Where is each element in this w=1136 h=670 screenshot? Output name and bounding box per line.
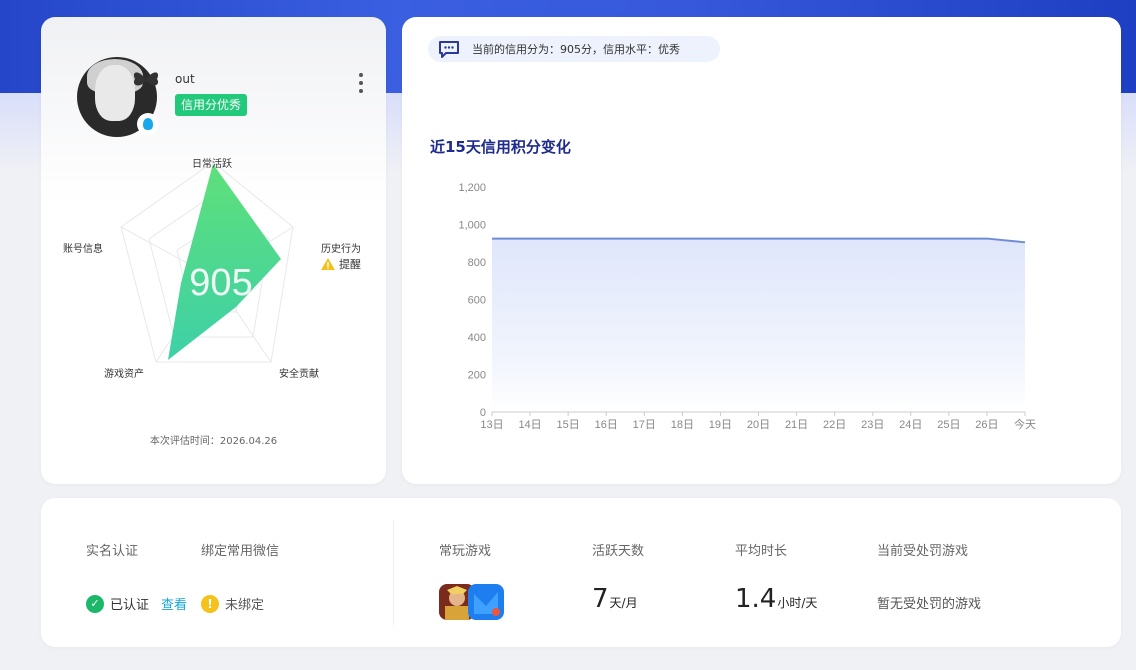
qq-icon — [137, 113, 159, 135]
x-tick-label: 今天 — [1014, 417, 1036, 431]
avg-time-unit: 小时/天 — [777, 596, 818, 610]
active-days-label: 活跃天数 — [592, 544, 645, 559]
stats-card: 实名认证 绑定常用微信 ✓ 已认证 查看 ! 未绑定 常玩游戏 活跃天数 7 天… — [41, 498, 1121, 647]
alert-circle-icon: ! — [201, 594, 219, 613]
game-icon-blue-app[interactable] — [468, 584, 504, 620]
wechat-status[interactable]: ! 未绑定 — [201, 594, 264, 613]
profile-card: out 信用分优秀 905 日常活跃 历史行为 提醒 安全贡献 游戏资产 账号信… — [41, 17, 386, 484]
avg-time-value: 1.4 — [735, 584, 777, 614]
x-tick-label: 16日 — [595, 419, 618, 431]
warning-icon — [321, 258, 335, 270]
credit-line-chart: 0 200 400 600 800 1,000 1,200 13日 14日 15日 16日 17日 18… — [458, 182, 1036, 431]
radar-label-assets: 游戏资产 — [104, 369, 144, 380]
real-name-label: 实名认证 — [86, 544, 139, 559]
x-tick-label: 20日 — [747, 419, 770, 431]
x-tick-label: 22日 — [823, 419, 846, 431]
evaluation-time: 本次评估时间：2026.04.26 — [149, 436, 278, 447]
punish-value: 暂无受处罚的游戏 — [877, 597, 982, 612]
view-link[interactable]: 查看 — [161, 594, 187, 613]
radar-score-text: 905 — [189, 262, 252, 304]
punish-label: 当前受处罚游戏 — [877, 544, 969, 559]
username: out — [175, 72, 195, 86]
active-days: 7 天/月 — [592, 584, 638, 614]
x-tick-label: 17日 — [633, 419, 656, 431]
avg-time-label: 平均时长 — [735, 544, 788, 559]
credit-level-badge: 信用分优秀 — [175, 94, 248, 116]
credit-status-text: 当前的信用分为：905分，信用水平：优秀 — [472, 43, 680, 56]
active-days-value: 7 — [592, 584, 609, 614]
radar-label-security: 安全贡献 — [279, 369, 319, 380]
x-tick-label: 25日 — [937, 419, 960, 431]
y-tick-label: 1,200 — [458, 182, 486, 194]
more-options-icon[interactable] — [357, 73, 365, 93]
y-tick-label: 1,000 — [458, 220, 486, 232]
x-tick-label: 13日 — [480, 419, 503, 431]
x-tick-label: 15日 — [557, 419, 580, 431]
avg-time: 1.4 小时/天 — [735, 584, 817, 614]
real-name-status: ✓ 已认证 查看 — [86, 594, 187, 613]
credit-status-banner: 当前的信用分为：905分，信用水平：优秀 — [428, 36, 720, 62]
x-tick-label: 23日 — [861, 419, 884, 431]
x-tick-label: 26日 — [975, 419, 998, 431]
divider — [393, 520, 394, 625]
message-icon — [439, 41, 459, 58]
wechat-label: 绑定常用微信 — [201, 544, 280, 559]
credit-chart-card: 当前的信用分为：905分，信用水平：优秀 近15天信用积分变化 0 200 400 6… — [402, 17, 1121, 484]
real-name-value: 已认证 — [110, 598, 150, 613]
x-tick-label: 18日 — [671, 419, 694, 431]
x-tick-label: 21日 — [785, 419, 808, 431]
butterfly-icon — [133, 72, 159, 86]
y-tick-label: 800 — [468, 257, 486, 269]
check-circle-icon: ✓ — [86, 594, 104, 613]
chart-title: 近15天信用积分变化 — [430, 138, 571, 156]
x-tick-label: 24日 — [899, 419, 922, 431]
history-warn-text: 提醒 — [339, 258, 361, 271]
y-tick-label: 600 — [468, 295, 486, 307]
history-warning: 提醒 — [321, 256, 361, 272]
series-area — [492, 238, 1025, 412]
radar-label-daily: 日常活跃 — [192, 159, 232, 170]
radar-label-account: 账号信息 — [63, 244, 103, 255]
x-tick-label: 14日 — [518, 419, 541, 431]
x-tick-label: 19日 — [709, 419, 732, 431]
wechat-value: 未绑定 — [225, 598, 265, 613]
y-tick-label: 0 — [480, 407, 486, 419]
radar-label-history: 历史行为 — [321, 244, 361, 255]
active-days-unit: 天/月 — [609, 596, 638, 610]
credit-radar-chart: 905 — [120, 161, 294, 363]
y-tick-label: 200 — [468, 370, 486, 382]
y-tick-label: 400 — [468, 332, 486, 344]
games-label: 常玩游戏 — [439, 544, 492, 559]
